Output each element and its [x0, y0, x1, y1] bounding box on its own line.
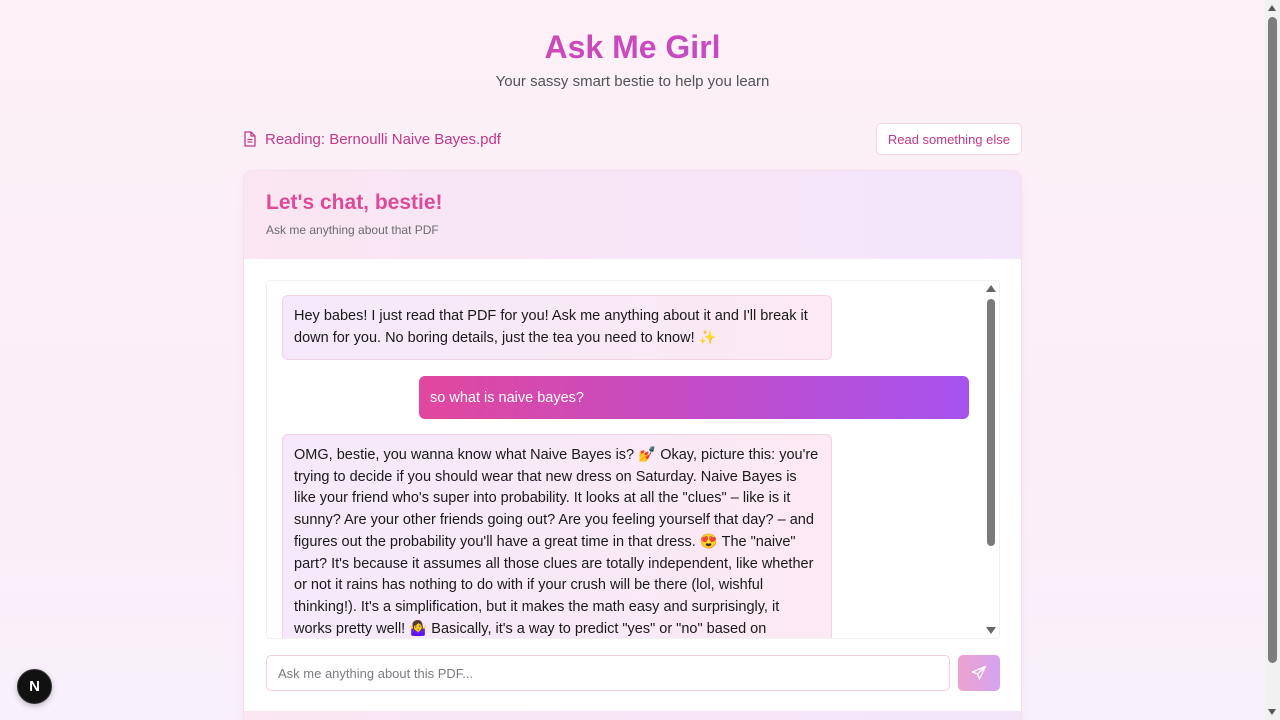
reading-bar: Reading: Bernoulli Naive Bayes.pdf Read …	[243, 123, 1022, 155]
scroll-down-arrow-icon[interactable]	[986, 627, 996, 634]
scroll-up-arrow-icon[interactable]	[986, 285, 996, 292]
app-header: Ask Me Girl Your sassy smart bestie to h…	[0, 28, 1265, 90]
reading-filename: Reading: Bernoulli Naive Bayes.pdf	[265, 130, 501, 148]
chat-title: Let's chat, bestie!	[266, 191, 443, 214]
page-scrollbar[interactable]	[1265, 0, 1280, 720]
send-button[interactable]	[958, 655, 1000, 691]
app-subtitle: Your sassy smart bestie to help you lear…	[495, 73, 770, 90]
chat-subtitle: Ask me anything about that PDF	[266, 223, 439, 237]
page-scroll-thumb[interactable]	[1268, 17, 1277, 663]
page-scroll-down-icon[interactable]	[1268, 709, 1276, 715]
scroll-thumb[interactable]	[987, 299, 995, 546]
message-input[interactable]	[266, 655, 950, 691]
assistant-message: OMG, bestie, you wanna know what Naive B…	[282, 434, 832, 638]
message-composer	[266, 655, 1000, 691]
reading-indicator: Reading: Bernoulli Naive Bayes.pdf	[243, 131, 501, 148]
assistant-message: Hey babes! I just read that PDF for you!…	[282, 295, 832, 361]
message-scrollbar[interactable]	[983, 281, 999, 638]
chat-footer	[244, 711, 1021, 720]
user-message: so what is naive bayes?	[419, 376, 969, 419]
app-title: Ask Me Girl	[0, 28, 1265, 66]
chat-header: Let's chat, bestie! Ask me anything abou…	[244, 171, 1021, 259]
page-scroll-up-icon[interactable]	[1268, 5, 1276, 11]
message-list[interactable]: Hey babes! I just read that PDF for you!…	[266, 280, 1000, 639]
dev-tools-badge[interactable]: N	[17, 669, 52, 704]
read-something-else-button[interactable]: Read something else	[875, 123, 1022, 155]
document-icon	[244, 131, 256, 147]
send-icon	[971, 665, 987, 680]
chat-card: Let's chat, bestie! Ask me anything abou…	[243, 170, 1022, 720]
